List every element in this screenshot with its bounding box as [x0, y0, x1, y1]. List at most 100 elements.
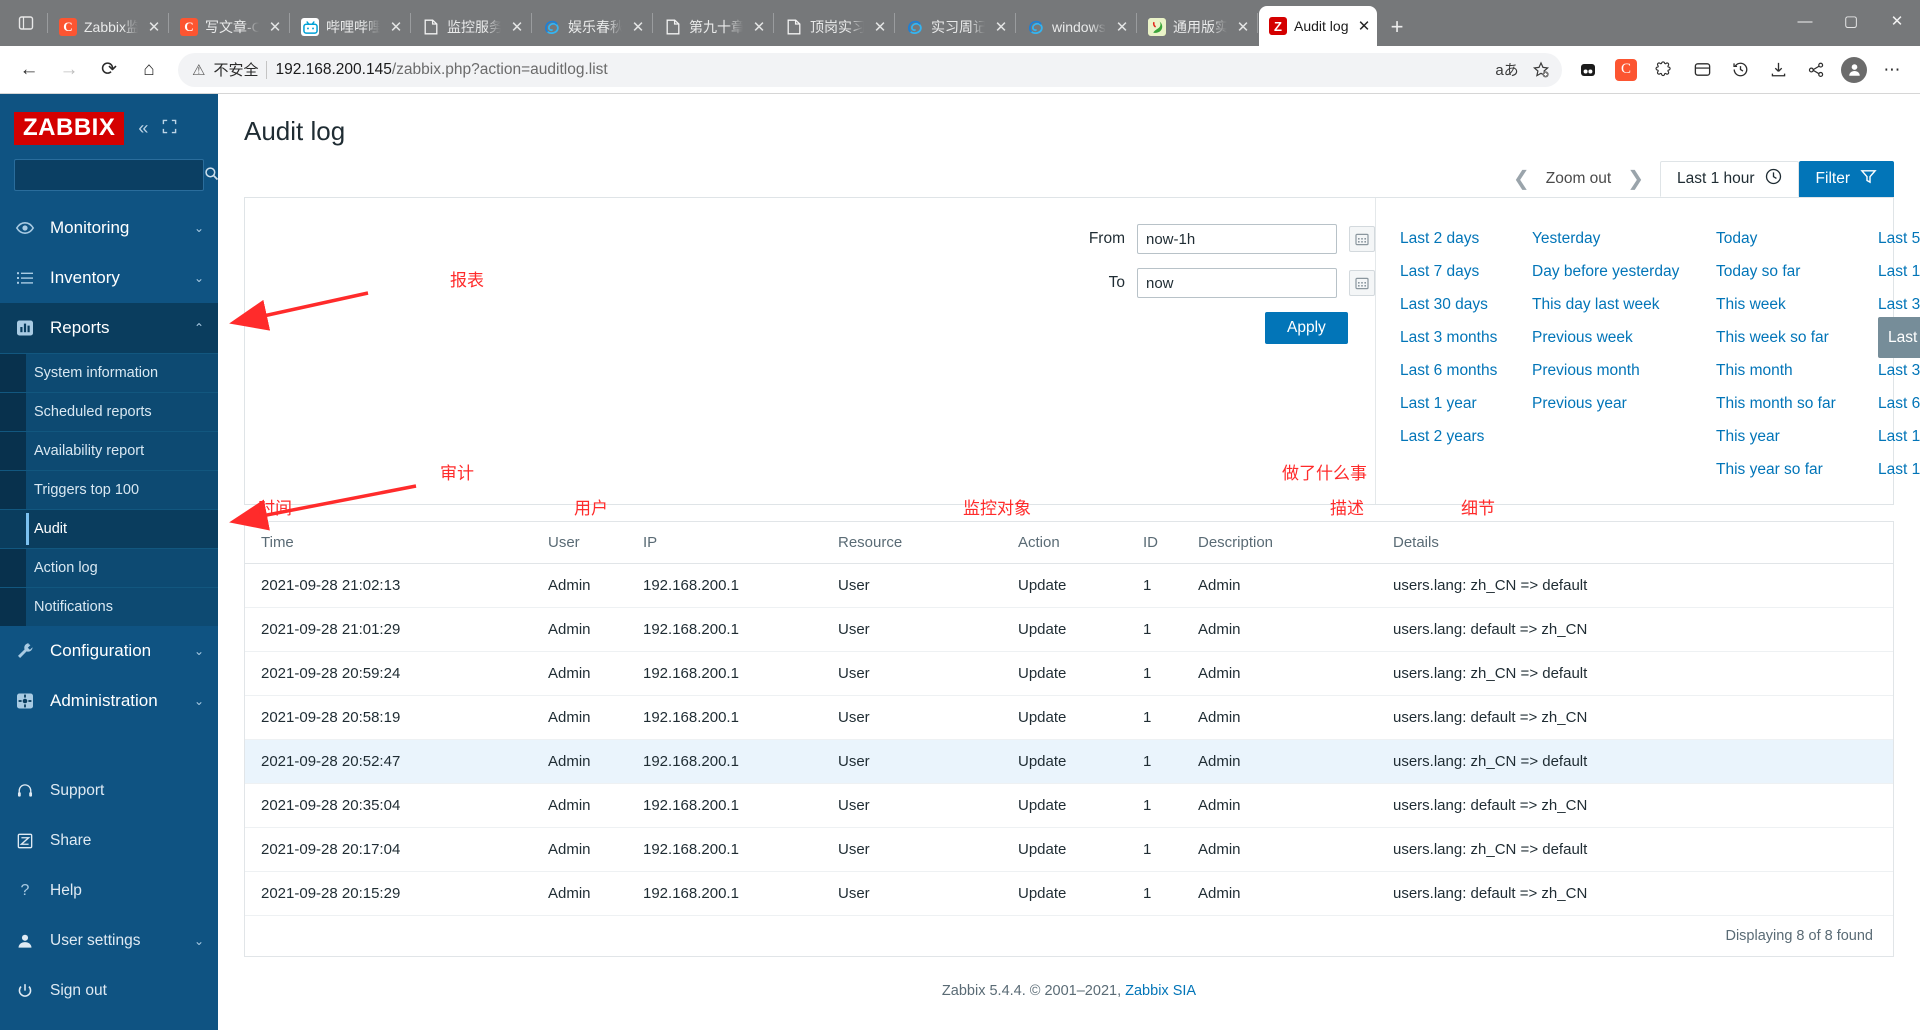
forward-button[interactable]: →	[50, 51, 88, 89]
range-last-1-day[interactable]: Last 1 day	[1878, 453, 1920, 486]
share-icon[interactable]	[1798, 52, 1834, 88]
zoom-out-button[interactable]: Zoom out	[1546, 170, 1611, 188]
table-row[interactable]: 2021-09-28 20:15:29 Admin 192.168.200.1 …	[245, 871, 1893, 916]
sidebar-item-user-settings[interactable]: User settings ⌄	[0, 916, 218, 966]
tab-close-icon[interactable]: ✕	[1234, 18, 1252, 36]
browser-tab[interactable]: C Zabbix监 ✕	[49, 8, 167, 46]
table-row[interactable]: 2021-09-28 20:52:47 Admin 192.168.200.1 …	[245, 739, 1893, 784]
table-row[interactable]: 2021-09-28 20:35:04 Admin 192.168.200.1 …	[245, 783, 1893, 828]
sidebar-item-configuration[interactable]: Configuration ⌄	[0, 626, 218, 676]
table-row[interactable]: 2021-09-28 20:58:19 Admin 192.168.200.1 …	[245, 695, 1893, 740]
profile-icon[interactable]	[1836, 52, 1872, 88]
table-row[interactable]: 2021-09-28 20:59:24 Admin 192.168.200.1 …	[245, 651, 1893, 696]
translate-icon[interactable]: aあ	[1492, 55, 1522, 85]
browser-tab[interactable]: 娱乐春秋 ✕	[533, 8, 651, 46]
range-this-week[interactable]: This week	[1716, 288, 1786, 321]
browser-tab[interactable]: 顶岗实习 ✕	[775, 8, 893, 46]
range-previous-month[interactable]: Previous month	[1532, 354, 1640, 387]
close-window-button[interactable]: ✕	[1874, 0, 1920, 42]
sidebar-search[interactable]	[14, 159, 219, 191]
sidebar-item-action-log[interactable]: Action log	[0, 548, 218, 587]
zoom-next-icon[interactable]: ❯	[1627, 166, 1644, 191]
range-last-2-days[interactable]: Last 2 days	[1400, 222, 1479, 255]
home-button[interactable]: ⌂	[130, 51, 168, 89]
chevron-down-icon[interactable]: ⌄	[194, 644, 204, 658]
history-icon[interactable]	[1722, 52, 1758, 88]
column-header-description[interactable]: Description	[1190, 522, 1385, 564]
tab-close-icon[interactable]: ✕	[871, 18, 889, 36]
time-range-tab[interactable]: Last 1 hour	[1659, 161, 1799, 197]
range-this-year[interactable]: This year	[1716, 420, 1780, 453]
browser-tab-active[interactable]: Z Audit log ✕	[1259, 6, 1377, 46]
tab-close-icon[interactable]: ✕	[992, 18, 1010, 36]
maximize-button[interactable]: ▢	[1828, 0, 1874, 42]
sidebar-item-reports[interactable]: Reports ⌃	[0, 303, 218, 353]
browser-tab[interactable]: 第九十章 ✕	[654, 8, 772, 46]
tab-close-icon[interactable]: ✕	[1355, 17, 1373, 35]
range-this-day-last-week[interactable]: This day last week	[1532, 288, 1660, 321]
range-last-15-minutes[interactable]: Last 15 minutes	[1878, 255, 1920, 288]
from-calendar-icon[interactable]	[1349, 226, 1375, 252]
sidebar-item-notifications[interactable]: Notifications	[0, 587, 218, 626]
chevron-down-icon[interactable]: ⌄	[194, 221, 204, 235]
range-last-2-years[interactable]: Last 2 years	[1400, 420, 1484, 453]
table-row[interactable]: 2021-09-28 20:17:04 Admin 192.168.200.1 …	[245, 827, 1893, 872]
from-input[interactable]	[1137, 224, 1337, 254]
hide-sidebar-icon[interactable]	[162, 119, 177, 138]
range-today[interactable]: Today	[1716, 222, 1757, 255]
zabbix-logo[interactable]: ZABBIX	[14, 112, 125, 145]
settings-more-icon[interactable]: ⋯	[1874, 52, 1910, 88]
to-calendar-icon[interactable]	[1349, 270, 1375, 296]
column-header-action[interactable]: Action	[1010, 522, 1135, 564]
range-last-5-minutes[interactable]: Last 5 minutes	[1878, 222, 1920, 255]
range-last-1-year[interactable]: Last 1 year	[1400, 387, 1477, 420]
address-bar[interactable]: ⚠ 不安全 192.168.200.145/zabbix.php?action=…	[178, 52, 1562, 87]
csdn-extension-icon[interactable]: C	[1608, 52, 1644, 88]
range-last-1-hour-selected[interactable]: Last 1 hour	[1878, 317, 1920, 358]
tab-close-icon[interactable]: ✕	[1113, 18, 1131, 36]
range-this-year-so-far[interactable]: This year so far	[1716, 453, 1823, 486]
column-header-user[interactable]: User	[540, 522, 635, 564]
column-header-resource[interactable]: Resource	[830, 522, 1010, 564]
browser-essentials-icon[interactable]	[1684, 52, 1720, 88]
collapse-sidebar-icon[interactable]: «	[138, 118, 148, 139]
browser-tab[interactable]: 实习周记 ✕	[896, 8, 1014, 46]
tab-close-icon[interactable]: ✕	[387, 18, 405, 36]
range-last-3-hours[interactable]: Last 3 hours	[1878, 354, 1920, 387]
range-last-6-months[interactable]: Last 6 months	[1400, 354, 1497, 387]
tab-close-icon[interactable]: ✕	[266, 18, 284, 36]
minimize-button[interactable]: —	[1782, 0, 1828, 42]
back-button[interactable]: ←	[10, 51, 48, 89]
sidebar-item-support[interactable]: Support	[0, 766, 218, 816]
range-last-6-hours[interactable]: Last 6 hours	[1878, 387, 1920, 420]
tab-close-icon[interactable]: ✕	[750, 18, 768, 36]
sidebar-item-system-information[interactable]: System information	[0, 353, 218, 392]
range-this-month[interactable]: This month	[1716, 354, 1793, 387]
sidebar-item-audit[interactable]: Audit	[0, 509, 218, 548]
sidebar-item-help[interactable]: ? Help	[0, 866, 218, 916]
range-day-before-yesterday[interactable]: Day before yesterday	[1532, 255, 1679, 288]
chevron-down-icon[interactable]: ⌄	[194, 694, 204, 708]
sidebar-item-inventory[interactable]: Inventory ⌄	[0, 253, 218, 303]
range-last-7-days[interactable]: Last 7 days	[1400, 255, 1479, 288]
search-icon[interactable]	[204, 166, 219, 185]
sidebar-item-administration[interactable]: Administration ⌄	[0, 676, 218, 726]
chevron-up-icon[interactable]: ⌃	[194, 321, 204, 335]
range-today-so-far[interactable]: Today so far	[1716, 255, 1800, 288]
range-yesterday[interactable]: Yesterday	[1532, 222, 1600, 255]
tab-close-icon[interactable]: ✕	[629, 18, 647, 36]
sidebar-item-availability-report[interactable]: Availability report	[0, 431, 218, 470]
range-previous-week[interactable]: Previous week	[1532, 321, 1633, 354]
new-tab-button[interactable]: +	[1377, 8, 1417, 46]
reload-button[interactable]: ⟳	[90, 51, 128, 89]
tab-close-icon[interactable]: ✕	[145, 18, 163, 36]
table-row[interactable]: 2021-09-28 21:02:13 Admin 192.168.200.1 …	[245, 563, 1893, 608]
downloads-icon[interactable]	[1760, 52, 1796, 88]
column-header-ip[interactable]: IP	[635, 522, 830, 564]
range-this-week-so-far[interactable]: This week so far	[1716, 321, 1829, 354]
range-this-month-so-far[interactable]: This month so far	[1716, 387, 1836, 420]
browser-tab[interactable]: 哔哩哔哩 ✕	[291, 8, 409, 46]
column-header-details[interactable]: Details	[1385, 522, 1893, 564]
search-input[interactable]	[23, 167, 204, 183]
sidebar-item-triggers-top-100[interactable]: Triggers top 100	[0, 470, 218, 509]
